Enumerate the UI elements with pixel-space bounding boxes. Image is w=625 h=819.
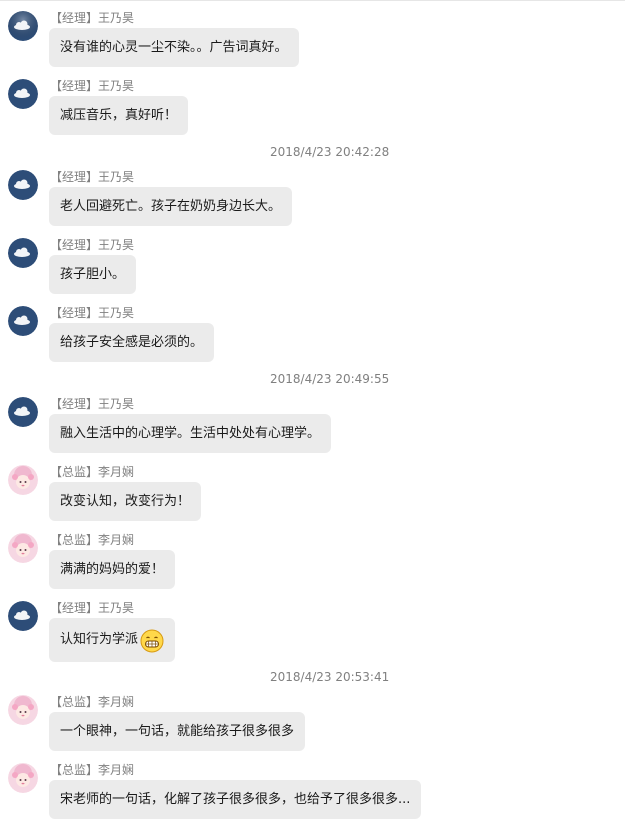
message-bubble[interactable]: 改变认知，改变行为！ bbox=[49, 482, 202, 521]
cloud-avatar[interactable] bbox=[8, 11, 38, 41]
message-bubble[interactable]: 认知行为学派 bbox=[49, 618, 176, 662]
cloud-avatar[interactable] bbox=[8, 79, 38, 109]
pink-girl-avatar[interactable] bbox=[8, 695, 38, 725]
message-bubble[interactable]: 融入生活中的心理学。生活中处处有心理学。 bbox=[49, 414, 332, 453]
message-bubble[interactable]: 一个眼神，一句话，就能给孩子很多很多 bbox=[49, 712, 306, 751]
cloud-avatar[interactable] bbox=[8, 238, 38, 268]
message-text: 认知行为学派 bbox=[60, 632, 139, 647]
message-bubble[interactable]: 没有谁的心灵一尘不染。。广告词真好。 bbox=[49, 28, 299, 67]
cloud-avatar[interactable] bbox=[8, 170, 38, 200]
sender-name: 【总监】李月娴 bbox=[50, 695, 135, 709]
sender-name: 【经理】王乃昊 bbox=[50, 79, 135, 93]
timestamp-divider: 2018/4/23 20:53:41 bbox=[270, 670, 390, 684]
message-text: 一个眼神，一句话，就能给孩子很多很多 bbox=[60, 724, 295, 739]
message-text: 融入生活中的心理学。生活中处处有心理学。 bbox=[60, 426, 321, 441]
sender-name: 【经理】王乃昊 bbox=[50, 238, 135, 252]
sender-name: 【经理】王乃昊 bbox=[50, 601, 135, 615]
message-bubble[interactable]: 孩子胆小。 bbox=[49, 255, 137, 294]
message-bubble[interactable]: 减压音乐，真好听！ bbox=[49, 96, 189, 135]
message-bubble[interactable]: 宋老师的一句话，化解了孩子很多很多，也给予了很多很多... bbox=[49, 780, 422, 819]
message-text: 改变认知，改变行为！ bbox=[60, 494, 191, 509]
chat-message-list[interactable]: 【经理】王乃昊 没有谁的心灵一尘不染。。广告词真好。 【经理】王乃昊 减压音乐，… bbox=[0, 0, 625, 819]
timestamp-divider: 2018/4/23 20:49:55 bbox=[270, 372, 390, 386]
pink-girl-avatar[interactable] bbox=[8, 763, 38, 793]
sender-name: 【经理】王乃昊 bbox=[50, 170, 135, 184]
message-bubble[interactable]: 老人回避死亡。孩子在奶奶身边长大。 bbox=[49, 187, 293, 226]
message-bubble[interactable]: 满满的妈妈的爱！ bbox=[49, 550, 176, 589]
pink-girl-avatar[interactable] bbox=[8, 533, 38, 563]
message-text: 老人回避死亡。孩子在奶奶身边长大。 bbox=[60, 199, 282, 214]
message-text: 孩子胆小。 bbox=[60, 267, 126, 282]
sender-name: 【经理】王乃昊 bbox=[50, 306, 135, 320]
message-text: 满满的妈妈的爱！ bbox=[60, 562, 165, 577]
sender-name: 【经理】王乃昊 bbox=[50, 397, 135, 411]
sender-name: 【总监】李月娴 bbox=[50, 533, 135, 547]
grin-emoji-icon bbox=[140, 628, 164, 653]
cloud-avatar[interactable] bbox=[8, 397, 38, 427]
cloud-avatar[interactable] bbox=[8, 306, 38, 336]
timestamp-divider: 2018/4/23 20:42:28 bbox=[270, 145, 390, 159]
pink-girl-avatar[interactable] bbox=[8, 465, 38, 495]
sender-name: 【总监】李月娴 bbox=[50, 465, 135, 479]
cloud-avatar[interactable] bbox=[8, 601, 38, 631]
message-text: 减压音乐，真好听！ bbox=[60, 108, 178, 123]
message-bubble[interactable]: 给孩子安全感是必须的。 bbox=[49, 323, 215, 362]
sender-name: 【总监】李月娴 bbox=[50, 763, 135, 777]
message-text: 给孩子安全感是必须的。 bbox=[60, 335, 204, 350]
message-text: 没有谁的心灵一尘不染。。广告词真好。 bbox=[60, 40, 288, 55]
sender-name: 【经理】王乃昊 bbox=[50, 11, 135, 25]
message-text: 宋老师的一句话，化解了孩子很多很多，也给予了很多很多... bbox=[60, 792, 411, 807]
